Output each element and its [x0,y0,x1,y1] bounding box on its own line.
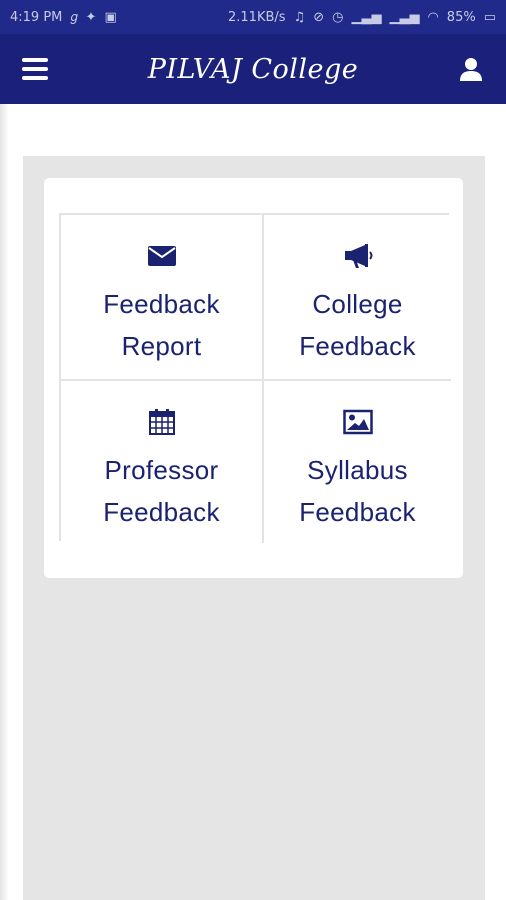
megaphone-icon [343,243,373,269]
tile-label-line2: Feedback [299,331,416,361]
hamburger-menu-icon[interactable] [22,58,48,80]
tile-label-line2: Report [121,331,202,361]
signal-icon: ▁▃▅ [351,9,382,25]
app-bar: PILVAJ College [0,34,506,104]
tile-label-line1: Feedback [103,289,220,319]
tile-label-line2: Feedback [103,497,220,527]
status-bar: 4:19 PM 𝑔 ✦ ▣ 2.11KB/s ♫ ⊘ ◷ ▁▃▅ ▁▃▅ ◠ 8… [0,0,506,34]
headset-icon: ♫ [293,9,306,25]
app-title: PILVAJ College [147,53,359,85]
envelope-icon [147,243,177,269]
image-icon [342,409,373,435]
status-left: 4:19 PM 𝑔 ✦ ▣ [10,10,117,25]
feedback-menu-grid: Feedback Report College Feedback Profess… [59,213,451,543]
tile-label-line2: Feedback [299,497,416,527]
mute-icon: ⊘ [313,9,325,25]
network-speed: 2.11KB/s [228,9,286,25]
signal-icon: ▁▃▅ [389,9,420,25]
calendar-icon [147,409,177,435]
battery-icon: ▭ [483,9,496,25]
tile-label-line1: College [312,289,403,319]
tile-college-feedback[interactable]: College Feedback [262,215,451,379]
app-notification-icon: 𝑔 [70,9,78,25]
notification-icon: ✦ [85,9,97,25]
tile-syllabus-feedback[interactable]: Syllabus Feedback [262,379,451,543]
status-right: 2.11KB/s ♫ ⊘ ◷ ▁▃▅ ▁▃▅ ◠ 85% ▭ [228,10,496,25]
notification-icon: ▣ [104,9,117,25]
status-time: 4:19 PM [10,9,63,25]
battery-level: 85% [446,9,476,25]
alarm-icon: ◷ [332,9,344,25]
drawer-edge-shadow [0,104,9,900]
tile-label-line1: Syllabus [307,455,408,485]
user-icon[interactable] [458,56,484,82]
tile-label-line1: Professor [104,455,219,485]
tile-professor-feedback[interactable]: Professor Feedback [61,379,262,543]
tile-feedback-report[interactable]: Feedback Report [61,215,262,379]
wifi-icon: ◠ [427,9,439,25]
